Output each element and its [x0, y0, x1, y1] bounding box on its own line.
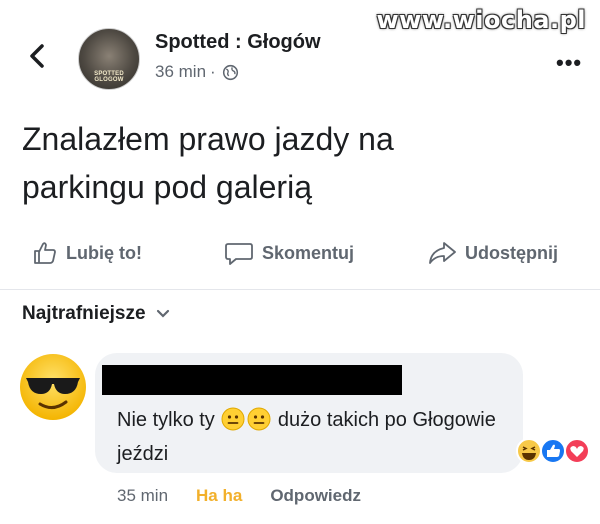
post-time[interactable]: 36 min	[155, 62, 206, 82]
more-options-button[interactable]: •••	[556, 50, 582, 76]
watermark-logo: www.wiocha.pl	[376, 6, 586, 34]
comment-label: Skomentuj	[262, 242, 355, 263]
like-label: Lubię to!	[66, 242, 142, 263]
comment-time[interactable]: 35 min	[117, 486, 168, 506]
like-reaction-icon	[540, 438, 566, 464]
sort-label: Najtrafniejsze	[22, 303, 146, 324]
comment-sort-dropdown[interactable]: Najtrafniejsze	[22, 303, 170, 325]
haha-reaction-icon	[516, 438, 542, 464]
post-action-bar: Lubię to! Skomentuj Udostępnij	[0, 240, 600, 274]
share-button[interactable]: Udostępnij	[427, 240, 558, 266]
comment-text-part1: Nie tylko ty	[117, 409, 215, 431]
comment-text: Nie tylko ty dużo takich po Głogowie jeź…	[117, 403, 517, 471]
divider	[0, 289, 600, 290]
comment-reaction-button[interactable]: Ha ha	[196, 486, 242, 506]
page-avatar[interactable]: SPOTTED GLOGOW	[78, 28, 140, 90]
neutral-face-icon	[221, 407, 245, 431]
chevron-left-icon[interactable]	[26, 42, 48, 70]
redacted-author-name	[102, 365, 402, 395]
meta-separator: ·	[210, 62, 216, 81]
neutral-face-icon	[247, 407, 271, 431]
chevron-down-icon	[156, 309, 169, 318]
page-name[interactable]: Spotted : Głogów	[155, 31, 321, 54]
comment-reactions[interactable]	[515, 436, 595, 466]
comment-button[interactable]: Skomentuj	[224, 240, 354, 266]
love-reaction-icon	[564, 438, 590, 464]
comment-bubble-icon	[225, 243, 253, 265]
globe-icon	[222, 64, 238, 80]
comment-footer: 35 min Ha ha Odpowiedz	[117, 486, 361, 506]
post-text: Znalazłem prawo jazdy na parkingu pod ga…	[22, 121, 394, 205]
post-meta: 36 min ·	[155, 62, 239, 82]
share-arrow-icon	[429, 242, 456, 264]
share-label: Udostępnij	[465, 242, 558, 263]
thumbs-up-icon	[34, 242, 56, 264]
reply-button[interactable]: Odpowiedz	[270, 486, 361, 506]
avatar-caption: SPOTTED GLOGOW	[94, 71, 124, 83]
like-button[interactable]: Lubię to!	[32, 240, 142, 266]
sunglasses-emoji-icon[interactable]	[18, 352, 88, 422]
